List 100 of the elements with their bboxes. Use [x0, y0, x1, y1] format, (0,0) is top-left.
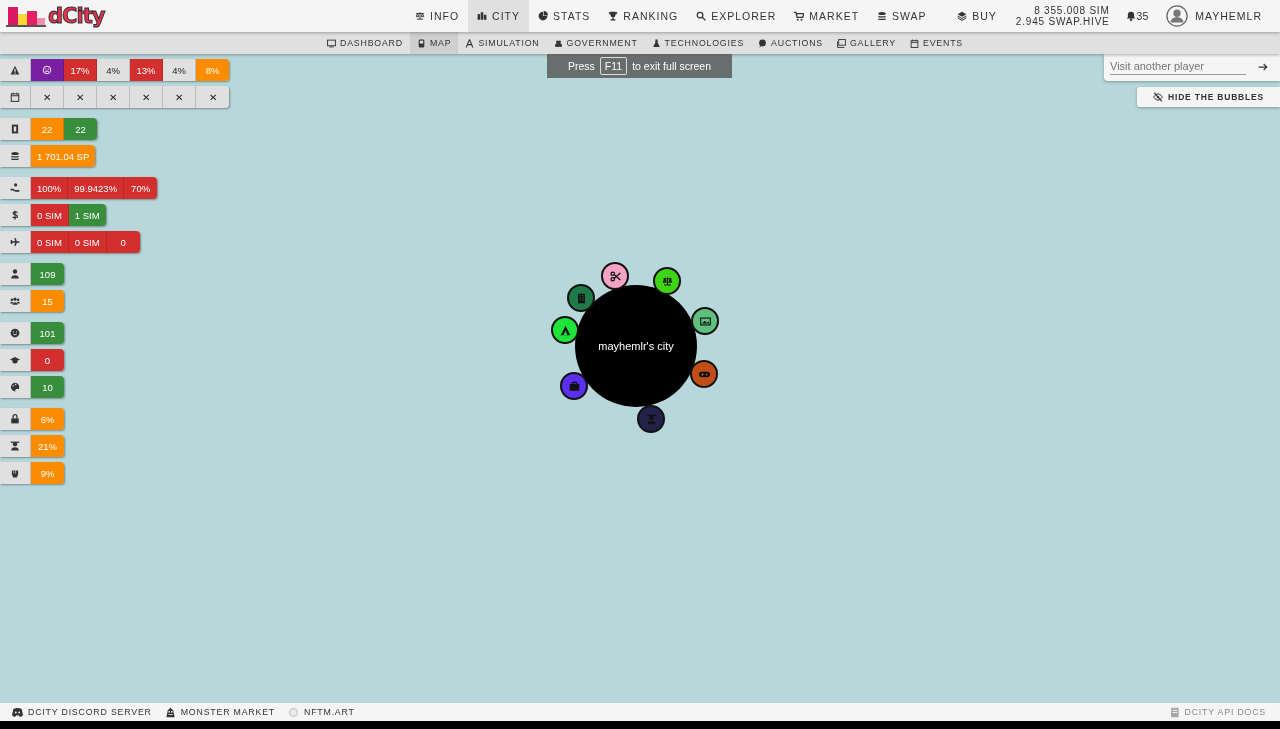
stat-value[interactable]: 13%: [130, 59, 163, 81]
footer-link[interactable]: DCITY DISCORD SERVER: [12, 706, 152, 718]
dcity-logo[interactable]: dCity: [6, 4, 406, 28]
stat-value[interactable]: 4%: [97, 59, 130, 81]
stat-label[interactable]: [0, 231, 31, 253]
building-bubble[interactable]: [551, 316, 579, 344]
visit-player-field[interactable]: Visit another player: [1110, 58, 1246, 75]
stat-value[interactable]: 4%: [163, 59, 196, 81]
stat-label[interactable]: [0, 462, 31, 484]
building-bubble[interactable]: [691, 307, 719, 335]
building-bubble[interactable]: [637, 405, 665, 433]
scissors-icon: [609, 270, 621, 282]
stat-label[interactable]: [0, 322, 31, 344]
footer-link[interactable]: NFTM.ART: [288, 706, 355, 718]
coins-icon: [10, 151, 20, 161]
stat-value[interactable]: 0: [31, 349, 64, 371]
stat-value[interactable]: ✕: [163, 86, 196, 108]
building-bubble[interactable]: [560, 372, 588, 400]
nav-tab[interactable]: CITY: [468, 0, 529, 32]
buy-button[interactable]: BUY: [948, 0, 1006, 32]
stat-value[interactable]: 17%: [64, 59, 97, 81]
stat-value[interactable]: 70%: [124, 177, 158, 199]
monitor-icon: [327, 38, 336, 48]
stat-label[interactable]: [0, 59, 31, 81]
city-bubble[interactable]: mayhemlr's city: [575, 285, 697, 407]
stat-label[interactable]: [0, 118, 31, 140]
stat-label[interactable]: [0, 177, 31, 199]
subnav-tab[interactable]: GOVERNMENT: [546, 32, 645, 54]
stat-value[interactable]: 0 SIM: [31, 204, 69, 226]
building-bubble[interactable]: [567, 284, 595, 312]
subnav-tab[interactable]: SIMULATION: [458, 32, 547, 54]
stat-label[interactable]: [0, 376, 31, 398]
key-label: F11: [599, 57, 628, 75]
user-menu[interactable]: MAYHEMLR: [1166, 5, 1262, 27]
sad-face-icon: [42, 65, 52, 75]
coins-icon: [877, 11, 888, 21]
calendar-icon: [910, 38, 919, 48]
nav-tab[interactable]: MARKET: [785, 0, 869, 32]
nav-tab[interactable]: STATS: [529, 0, 600, 32]
stat-value[interactable]: 0 SIM: [31, 231, 69, 253]
bell-icon: [1125, 11, 1136, 21]
city-buildings-logo-icon: [6, 5, 46, 27]
eye-off-icon: [1153, 92, 1164, 102]
stat-value[interactable]: [31, 59, 64, 81]
subnav-tab[interactable]: AUCTIONS: [751, 32, 830, 54]
stat-value[interactable]: 22: [64, 118, 97, 140]
notice-text: to exit full screen: [632, 60, 711, 72]
stat-value[interactable]: 1 SIM: [68, 204, 106, 226]
subnav-tab[interactable]: MAP: [409, 32, 459, 54]
stat-label[interactable]: [0, 349, 31, 371]
pie-chart-icon: [538, 11, 548, 21]
stat-label[interactable]: [0, 145, 31, 167]
podium-icon: [553, 38, 563, 48]
subnav-tab[interactable]: GALLERY: [829, 32, 903, 54]
stat-value[interactable]: 10: [31, 376, 64, 398]
subnav-tab[interactable]: TECHNOLOGIES: [644, 32, 752, 54]
plane-icon: [10, 237, 20, 247]
footer-link[interactable]: MONSTER MARKET: [164, 706, 275, 718]
stat-label[interactable]: [0, 290, 31, 312]
cart-icon: [794, 11, 805, 21]
stat-label[interactable]: [0, 86, 31, 108]
building-bubble[interactable]: [601, 262, 629, 290]
images-icon: [836, 38, 846, 48]
stat-value[interactable]: ✕: [196, 86, 229, 108]
subnav-tab[interactable]: EVENTS: [903, 32, 970, 54]
stat-value[interactable]: 99.9423%: [68, 177, 125, 199]
subnav-tab[interactable]: DASHBOARD: [320, 32, 410, 54]
search-icon: [696, 11, 707, 21]
stat-label[interactable]: [0, 204, 31, 226]
stat-value[interactable]: 0: [106, 231, 140, 253]
stat-label[interactable]: [0, 435, 31, 457]
discord-icon: [12, 706, 23, 718]
notifications-button[interactable]: 35: [1125, 10, 1149, 22]
stat-value[interactable]: ✕: [97, 86, 130, 108]
building-bubble[interactable]: [690, 360, 718, 388]
logo-text: dCity: [48, 4, 105, 28]
building-bubble[interactable]: [653, 267, 681, 295]
stat-label[interactable]: [0, 408, 31, 430]
stat-value[interactable]: ✕: [31, 86, 64, 108]
nav-tab[interactable]: RANKING: [599, 0, 688, 32]
stat-value[interactable]: ✕: [64, 86, 97, 108]
map-icon: [416, 38, 426, 48]
hide-bubbles-button[interactable]: HIDE THE BUBBLES: [1137, 87, 1280, 107]
stat-value[interactable]: 109: [31, 263, 64, 285]
arrow-right-icon[interactable]: [1258, 61, 1268, 72]
stat-label[interactable]: [0, 263, 31, 285]
hand-icon: [10, 183, 20, 193]
visit-player-box[interactable]: Visit another player: [1104, 54, 1280, 81]
nav-tab[interactable]: EXPLORER: [687, 0, 786, 32]
stat-value[interactable]: 0 SIM: [68, 231, 107, 253]
trophy-icon: [608, 11, 619, 21]
briefcase-icon: [568, 380, 580, 392]
stat-value[interactable]: 101: [31, 322, 64, 344]
stat-value[interactable]: 100%: [31, 177, 69, 199]
graduation-cap-icon: [10, 355, 20, 365]
speech-bubble-icon: [758, 38, 768, 48]
nav-tab[interactable]: SWAP: [868, 0, 936, 32]
smile-icon: [10, 328, 20, 338]
stat-value[interactable]: ✕: [130, 86, 163, 108]
nav-tab[interactable]: INFO: [406, 0, 469, 32]
